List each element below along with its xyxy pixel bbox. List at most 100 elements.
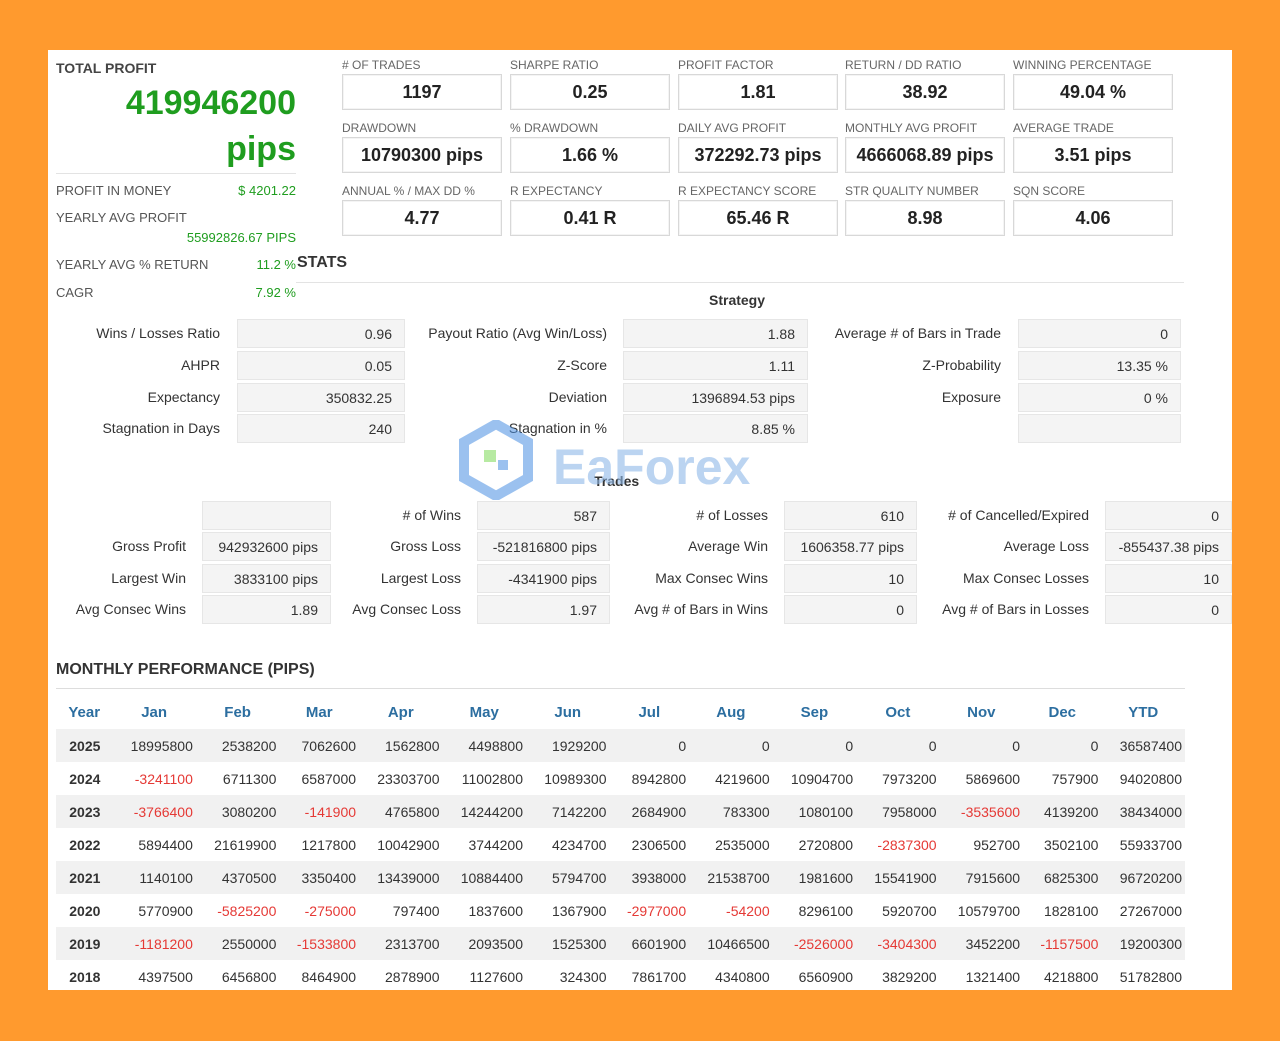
trades-label: # of Cancelled/Expired	[948, 507, 1089, 523]
trades-label: Max Consec Losses	[962, 570, 1089, 586]
month-cell: 7861700	[631, 968, 687, 985]
trades-value: 0	[784, 595, 917, 624]
month-cell: -3241100	[134, 770, 193, 787]
monthly-header-cell: Jun	[554, 703, 582, 721]
trades-label: Average Win	[688, 538, 768, 554]
total-profit-label: TOTAL PROFIT	[56, 60, 157, 76]
trades-label: Gross Profit	[112, 538, 186, 554]
monthly-title: MONTHLY PERFORMANCE (PIPS)	[56, 661, 315, 678]
monthly-header-row: Year Jan Feb Mar Apr May Jun Jul Aug Sep Oct Nov Dec…	[56, 695, 1185, 729]
strategy-value: 1.11	[623, 351, 808, 380]
monthly-header-cell: Dec	[1048, 703, 1077, 721]
monthly-header-cell: Year	[68, 703, 101, 721]
month-cell: 8942800	[631, 770, 687, 787]
month-cell: 21538700	[689, 861, 773, 894]
trades-value: 10	[784, 564, 917, 593]
year-cell: 2023	[56, 795, 113, 828]
month-cell: 0	[609, 729, 690, 762]
month-cell: 7062600	[279, 729, 360, 762]
trades-value: -521816800 pips	[477, 532, 610, 561]
month-cell: 4139200	[1023, 795, 1102, 828]
month-cell: -2977000	[626, 902, 687, 919]
monthly-header-cell: Mar	[305, 703, 333, 721]
metric-value: 3.51 pips	[1013, 137, 1173, 173]
table-row: 2018 4397500 6456800 8464900 2878900 1127600 3…	[56, 960, 1185, 993]
month-cell: 2535000	[715, 836, 770, 853]
month-cell: -5825200	[217, 902, 277, 919]
metric-value: 1197	[342, 74, 502, 110]
month-cell: 13439000	[359, 861, 443, 894]
month-cell: 27267000	[1119, 902, 1182, 919]
strategy-label: Stagnation in Days	[102, 420, 220, 436]
strategy-label: Wins / Losses Ratio	[96, 325, 220, 341]
month-cell: 1837600	[468, 902, 523, 919]
year-cell: 2022	[69, 836, 101, 853]
table-row: 2025 18995800 2538200 7062600 1562800 4498800…	[56, 729, 1185, 762]
monthly-header-cell: Jan	[141, 703, 168, 721]
monthly-header-cell: Aug	[716, 703, 746, 721]
strategy-value: 0	[1018, 319, 1181, 348]
month-cell: 6825300	[1023, 861, 1102, 894]
month-cell: 1562800	[359, 729, 443, 762]
month-cell: 10466500	[689, 927, 773, 960]
monthly-header-cell: Apr	[387, 703, 414, 721]
yearly-avg-profit-value: 55992826.67 PIPS	[186, 230, 296, 245]
year-cell: 2019	[56, 927, 113, 960]
metric-value: 65.46 R	[678, 200, 838, 236]
eaforex-watermark	[456, 418, 536, 505]
trades-value: 1.89	[202, 595, 331, 624]
month-cell: 10904700	[790, 770, 854, 787]
metric-label: DRAWDOWN	[342, 121, 417, 135]
month-cell: 10042900	[377, 836, 440, 853]
month-cell: 1140100	[112, 861, 196, 894]
month-cell: 5794700	[526, 861, 610, 894]
divider	[296, 282, 1184, 283]
month-cell: 797400	[392, 902, 440, 919]
metric-label: # OF TRADES	[342, 58, 421, 72]
month-cell: 3829200	[882, 968, 937, 985]
trades-value: 3833100 pips	[202, 564, 331, 593]
strategy-label: Exposure	[941, 389, 1001, 405]
metric-label: ANNUAL % / MAX DD %	[342, 184, 475, 198]
month-cell: 757900	[1051, 770, 1099, 787]
month-cell: 96720200	[1101, 861, 1185, 894]
month-cell: 1127600	[469, 968, 523, 985]
strategy-value: 240	[237, 414, 405, 443]
month-cell: 19200300	[1101, 927, 1185, 960]
metric-label: RETURN / DD RATIO	[845, 58, 962, 72]
month-cell: 4370500	[195, 861, 280, 894]
strategy-label: Z-Score	[557, 357, 607, 373]
strategy-value: 0.05	[237, 351, 405, 380]
month-cell: 1217800	[301, 836, 357, 853]
watermark-text: EaForex	[553, 439, 751, 495]
trades-value: 0	[1105, 595, 1232, 624]
trades-label: Largest Loss	[380, 570, 461, 586]
month-cell: 2878900	[385, 968, 440, 985]
month-cell: -1181200	[112, 927, 196, 960]
metric-label: DAILY AVG PROFIT	[678, 121, 787, 135]
month-cell: 14244200	[442, 795, 526, 828]
monthly-header-cell: Oct	[885, 703, 911, 721]
month-cell: 2550000	[195, 927, 280, 960]
month-cell: -3766400	[112, 795, 196, 828]
month-cell: 7915600	[939, 861, 1024, 894]
table-row: 2024 -3241100 6711300 6587000 23303700 110028…	[56, 762, 1185, 795]
metric-value: 0.25	[510, 74, 670, 110]
month-cell: -275000	[304, 902, 357, 919]
trades-value: 587	[477, 501, 610, 530]
month-cell: 3080200	[195, 795, 280, 828]
month-cell: 2306500	[631, 836, 687, 853]
month-cell: -54200	[726, 902, 770, 919]
trades-value: -4341900 pips	[477, 564, 610, 593]
trades-value: 1606358.77 pips	[784, 532, 917, 561]
metric-value: 372292.73 pips	[678, 137, 838, 173]
yearly-avg-return-value: 11.2 %	[256, 257, 296, 272]
total-profit-unit: pips	[226, 130, 296, 168]
monthly-header-cell: May	[469, 703, 499, 721]
table-row: 2021 1140100 4370500 3350400 13439000 1088440…	[56, 861, 1185, 894]
trades-value: 942932600 pips	[202, 532, 331, 561]
trades-label: # of Wins	[402, 507, 461, 523]
month-cell: 1321400	[965, 968, 1021, 985]
strategy-label: Expectancy	[147, 389, 220, 405]
month-cell: 3744200	[468, 836, 523, 853]
